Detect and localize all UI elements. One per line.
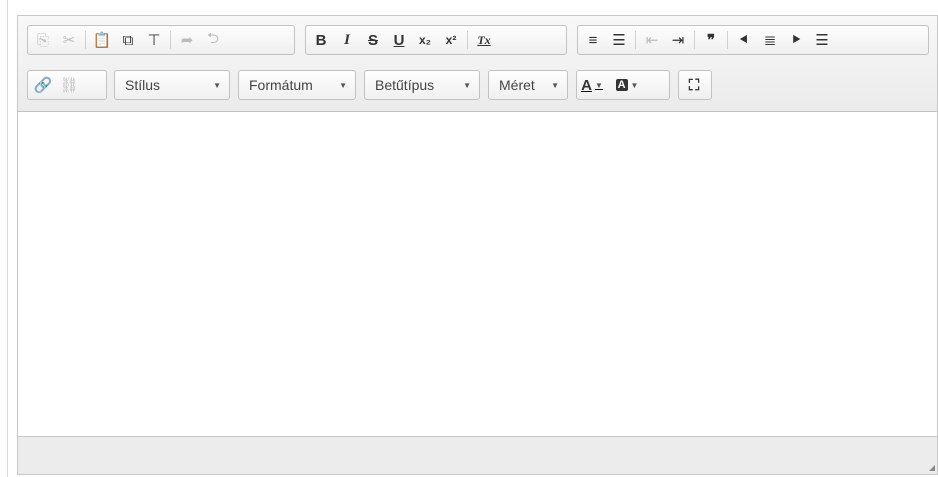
font-select[interactable]: Betűtípus ▼ [364, 70, 480, 100]
paragraph-group: ≡ ☰ ⇤ ⇥ ❞ ⯇ ≣ ⯈ ☰ [577, 25, 929, 55]
remove-format-button[interactable]: Tx [471, 27, 497, 53]
style-select[interactable]: Stílus ▼ [114, 70, 230, 100]
size-select-label: Méret [499, 77, 535, 93]
redo-icon[interactable]: ➦ [174, 27, 200, 53]
editor-toolbar: ⎘ ✂ 📋 ⧉ ⊤ ➦ ⮌ B I S U x₂ x² Tx ≡ ☰ ⇤ ⇥ ❞… [18, 16, 937, 112]
unlink-icon[interactable]: ⛓ [56, 72, 82, 98]
size-select[interactable]: Méret ▼ [488, 70, 568, 100]
underline-button[interactable]: U [386, 27, 412, 53]
editor-status-bar [18, 436, 937, 474]
align-left-icon[interactable]: ⯇ [731, 27, 757, 53]
align-center-icon[interactable]: ≣ [757, 27, 783, 53]
text-color-button[interactable]: A ▼ [579, 72, 605, 98]
style-select-label: Stílus [125, 77, 161, 93]
background-color-button[interactable]: A ▼ [605, 72, 649, 98]
text-color-glyph: A [581, 76, 592, 94]
bg-color-glyph: A [615, 79, 628, 91]
separator [727, 31, 728, 49]
clipboard-group: ⎘ ✂ 📋 ⧉ ⊤ ➦ ⮌ [27, 25, 295, 55]
numbered-list-icon[interactable]: ≡ [580, 27, 606, 53]
chevron-down-icon: ▼ [551, 80, 559, 90]
separator [694, 31, 695, 49]
undo-icon[interactable]: ⮌ [200, 27, 226, 53]
chevron-down-icon: ▼ [213, 80, 221, 90]
text-format-group: B I S U x₂ x² Tx [305, 25, 567, 55]
paste-text-icon[interactable]: ⊤ [141, 27, 167, 53]
separator [170, 31, 171, 49]
increase-indent-icon[interactable]: ⇥ [665, 27, 691, 53]
rich-text-editor: ⎘ ✂ 📋 ⧉ ⊤ ➦ ⮌ B I S U x₂ x² Tx ≡ ☰ ⇤ ⇥ ❞… [17, 15, 938, 475]
separator [635, 31, 636, 49]
paste-word-icon[interactable]: ⧉ [115, 27, 141, 53]
format-select-label: Formátum [249, 77, 313, 93]
superscript-button[interactable]: x² [438, 27, 464, 53]
separator [85, 31, 86, 49]
maximize-icon[interactable]: ⛶ [681, 72, 707, 98]
justify-icon[interactable]: ☰ [809, 27, 835, 53]
paste-icon[interactable]: 📋 [89, 27, 115, 53]
subscript-button[interactable]: x₂ [412, 27, 438, 53]
chevron-down-icon: ▼ [463, 80, 471, 90]
decrease-indent-icon[interactable]: ⇤ [639, 27, 665, 53]
separator [467, 31, 468, 49]
link-icon[interactable]: 🔗 [30, 72, 56, 98]
page-left-border [7, 0, 8, 477]
strikethrough-button[interactable]: S [360, 27, 386, 53]
font-select-label: Betűtípus [375, 77, 435, 93]
format-select[interactable]: Formátum ▼ [238, 70, 356, 100]
editor-content-area[interactable] [18, 112, 937, 436]
cut-icon[interactable]: ✂ [56, 27, 82, 53]
chevron-down-icon: ▼ [339, 80, 347, 90]
blockquote-icon[interactable]: ❞ [698, 27, 724, 53]
link-group: 🔗 ⛓ [27, 70, 107, 100]
maximize-group: ⛶ [678, 70, 712, 100]
chevron-down-icon: ▼ [594, 80, 603, 90]
copy-icon[interactable]: ⎘ [30, 27, 56, 53]
italic-button[interactable]: I [334, 27, 360, 53]
chevron-down-icon: ▼ [630, 80, 639, 90]
resize-handle-icon[interactable] [929, 465, 935, 471]
bulleted-list-icon[interactable]: ☰ [606, 27, 632, 53]
color-group: A ▼ A ▼ [576, 70, 670, 100]
bold-button[interactable]: B [308, 27, 334, 53]
align-right-icon[interactable]: ⯈ [783, 27, 809, 53]
